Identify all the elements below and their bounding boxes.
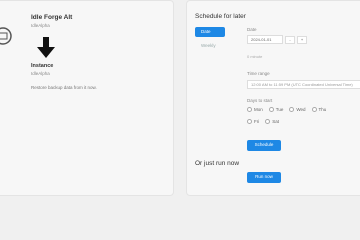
target-subtitle: IdleAlpha <box>31 71 50 76</box>
days-row-2: Fri Sat <box>247 119 279 124</box>
days-row-1: Mon Tue Wed Thu <box>247 107 326 112</box>
run-now-button[interactable]: Run now <box>247 172 281 183</box>
decrement-button[interactable]: - <box>285 36 295 44</box>
increment-button[interactable]: + <box>297 36 307 44</box>
run-now-title: Or just run now <box>195 160 240 167</box>
date-input[interactable]: 2024-01-01 <box>247 35 283 44</box>
day-option[interactable]: Mon <box>247 107 263 112</box>
radio-icon <box>247 119 252 124</box>
tab-weekly[interactable]: Weekly <box>195 41 225 51</box>
radio-icon <box>247 107 252 112</box>
day-option[interactable]: Sat <box>265 119 279 124</box>
days-label: Days to start <box>247 98 273 103</box>
date-label: Date <box>247 27 257 32</box>
day-option[interactable]: Thu <box>311 107 326 112</box>
timezone-text: 0 minute <box>247 54 263 59</box>
time-range-input[interactable]: 12:00 AM to 11:59 PM (UTC Coordinated Un… <box>247 80 360 89</box>
radio-icon <box>268 107 274 112</box>
day-option[interactable]: Tue <box>268 107 283 112</box>
day-option[interactable]: Wed <box>289 107 306 112</box>
arrow-down-icon <box>37 37 55 58</box>
radio-icon <box>265 119 271 124</box>
time-label: Time range <box>247 71 270 76</box>
radio-icon <box>289 107 295 112</box>
tab-date[interactable]: Date <box>195 27 225 37</box>
schedule-panel: Schedule for later Date Weekly Date 2024… <box>186 0 360 196</box>
target-name: Instance <box>31 63 54 69</box>
source-subtitle: IdleAlpha <box>31 23 50 28</box>
target-description: Restore backup data from it now. <box>31 85 97 90</box>
schedule-button[interactable]: Schedule <box>247 140 281 151</box>
restore-source-panel: Idle Forge Alt IdleAlpha Instance IdleAl… <box>0 0 174 196</box>
source-name: Idle Forge Alt <box>31 14 73 21</box>
schedule-title: Schedule for later <box>195 13 246 20</box>
day-option[interactable]: Fri <box>247 119 259 124</box>
radio-icon <box>311 107 317 112</box>
cloud-server-icon <box>0 27 12 45</box>
